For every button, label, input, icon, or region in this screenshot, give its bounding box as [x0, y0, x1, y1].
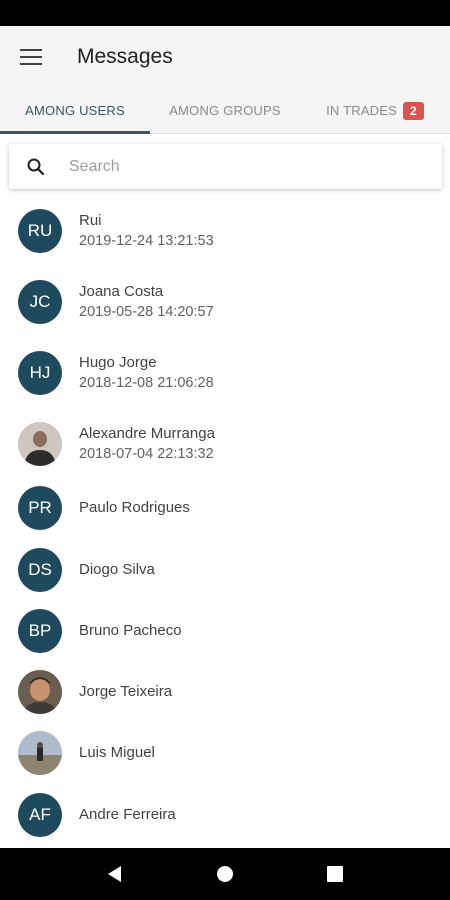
search-bar: [9, 144, 442, 189]
profile-photo-icon: [18, 670, 62, 714]
list-item[interactable]: JC Joana Costa 2019-05-28 14:20:57: [0, 271, 450, 333]
list-item[interactable]: DS Diogo Silva: [0, 539, 450, 601]
recents-icon: [327, 866, 343, 882]
list-item[interactable]: PR Paulo Rodrigues: [0, 477, 450, 539]
user-name: Paulo Rodrigues: [79, 499, 190, 516]
back-icon: [108, 866, 121, 882]
back-button[interactable]: [95, 854, 135, 894]
list-item[interactable]: BP Bruno Pacheco: [0, 600, 450, 662]
menu-icon: [20, 49, 42, 65]
system-navigation-bar: [0, 848, 450, 900]
status-bar: [0, 0, 450, 26]
tab-in-trades[interactable]: IN TRADES 2: [300, 88, 450, 133]
last-message-time: 2018-07-04 22:13:32: [79, 446, 214, 462]
list-item[interactable]: HJ Hugo Jorge 2018-12-08 21:06:28: [0, 342, 450, 404]
avatar: AF: [18, 793, 62, 837]
user-name: Rui: [79, 212, 102, 229]
avatar: DS: [18, 548, 62, 592]
list-item[interactable]: Luis Miguel: [0, 722, 450, 784]
avatar: RU: [18, 209, 62, 253]
user-name: Joana Costa: [79, 283, 164, 300]
avatar-photo: [18, 422, 62, 466]
tab-label: IN TRADES: [326, 103, 398, 118]
avatar: JC: [18, 280, 62, 324]
search-icon: [9, 157, 63, 177]
last-message-time: 2019-05-28 14:20:57: [79, 304, 214, 320]
list-item[interactable]: AF Andre Ferreira: [0, 784, 450, 846]
user-name: Andre Ferreira: [79, 806, 176, 823]
user-name: Alexandre Murranga: [79, 425, 215, 442]
tab-among-groups[interactable]: AMONG GROUPS: [150, 88, 300, 133]
home-button[interactable]: [205, 854, 245, 894]
tab-label: AMONG USERS: [25, 103, 125, 118]
tab-among-users[interactable]: AMONG USERS: [0, 88, 150, 134]
user-name: Jorge Teixeira: [79, 683, 173, 700]
last-message-time: 2019-12-24 13:21:53: [79, 233, 214, 249]
tab-bar: AMONG USERS AMONG GROUPS IN TRADES 2: [0, 88, 450, 134]
avatar-photo: [18, 670, 62, 714]
page-title: Messages: [77, 45, 173, 68]
avatar: HJ: [18, 351, 62, 395]
last-message-time: 2018-12-08 21:06:28: [79, 375, 214, 391]
profile-photo-icon: [18, 731, 62, 775]
user-name: Bruno Pacheco: [79, 622, 182, 639]
profile-photo-icon: [18, 422, 62, 466]
list-item[interactable]: RU Rui 2019-12-24 13:21:53: [0, 200, 450, 262]
avatar: BP: [18, 609, 62, 653]
user-name: Diogo Silva: [79, 561, 155, 578]
unread-badge: 2: [403, 101, 424, 120]
app-bar: Messages: [0, 26, 450, 88]
home-icon: [217, 866, 233, 882]
recents-button[interactable]: [315, 854, 355, 894]
avatar-photo: [18, 731, 62, 775]
list-item[interactable]: Alexandre Murranga 2018-07-04 22:13:32: [0, 413, 450, 475]
user-name: Luis Miguel: [79, 744, 155, 761]
menu-button[interactable]: [0, 26, 62, 88]
search-input[interactable]: [69, 157, 409, 176]
user-name: Hugo Jorge: [79, 354, 157, 371]
list-item[interactable]: Jorge Teixeira: [0, 661, 450, 723]
tab-label: AMONG GROUPS: [169, 103, 281, 118]
avatar: PR: [18, 486, 62, 530]
